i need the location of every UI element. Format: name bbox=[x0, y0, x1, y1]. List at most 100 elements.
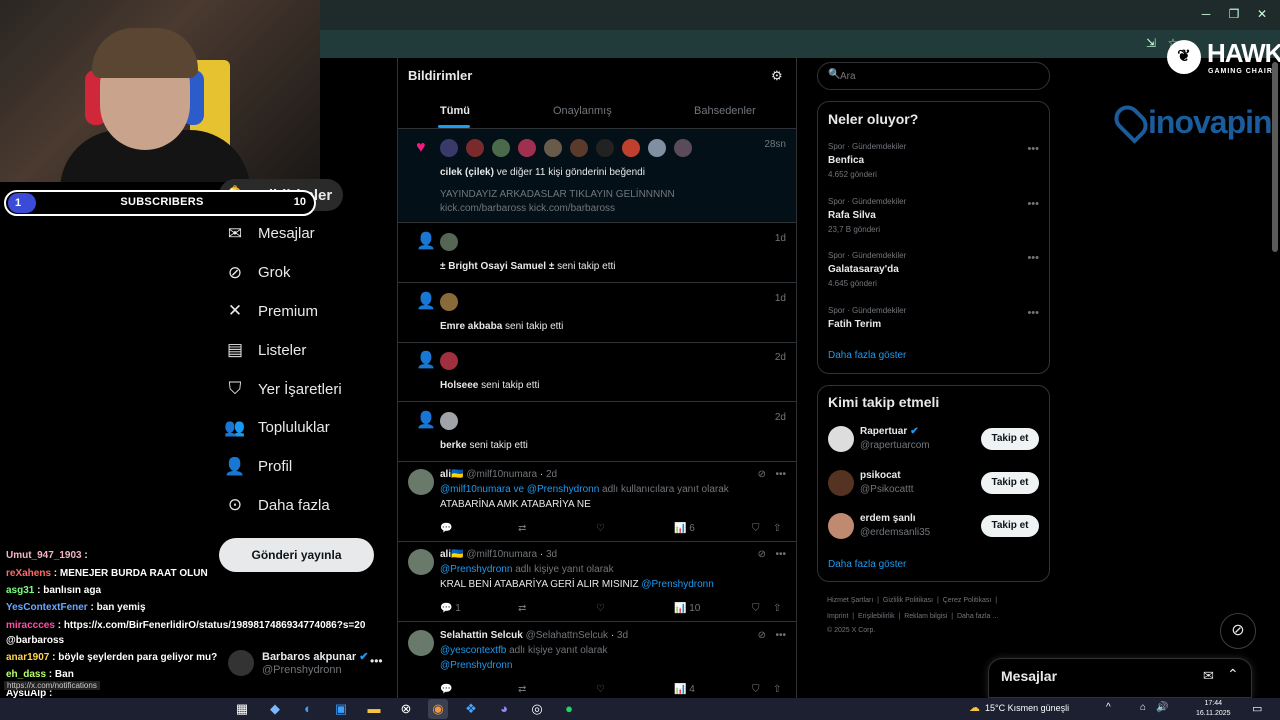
edge-icon[interactable]: ◐ bbox=[298, 699, 318, 719]
avatar[interactable] bbox=[828, 469, 854, 496]
file-explorer-icon[interactable]: ▬ bbox=[364, 699, 384, 719]
avatar[interactable] bbox=[440, 139, 458, 157]
avatar[interactable] bbox=[518, 139, 536, 157]
account-name[interactable]: Barbaros akpunar ✔ bbox=[262, 650, 368, 663]
footer-link[interactable]: Hizmet Şartları bbox=[827, 597, 873, 604]
bookmark-icon[interactable]: ⛉ bbox=[752, 603, 760, 614]
obs-icon[interactable]: ◎ bbox=[527, 699, 547, 719]
more-icon[interactable]: ••• bbox=[1027, 307, 1039, 319]
avatar[interactable] bbox=[570, 139, 588, 157]
grok-icon[interactable]: ⊘ bbox=[1220, 613, 1256, 649]
share-icon[interactable]: ⇧ bbox=[773, 684, 781, 695]
suggestion-name[interactable]: erdem şanlı bbox=[860, 513, 916, 524]
grok-icon[interactable]: ⊘ bbox=[758, 630, 766, 641]
avatar[interactable] bbox=[408, 630, 434, 656]
close-icon[interactable]: ✕ bbox=[1252, 6, 1272, 22]
footer-link[interactable]: Gizlilik Politikası bbox=[883, 597, 933, 604]
trend-name[interactable]: Galatasaray'da bbox=[828, 264, 899, 275]
minimize-icon[interactable]: ─ bbox=[1196, 6, 1216, 22]
reply-icon[interactable]: 💬 bbox=[440, 684, 452, 695]
sidebar-item-mail[interactable]: ✉ Mesajlar bbox=[222, 214, 315, 254]
follower-name[interactable]: Emre akbaba bbox=[440, 321, 502, 332]
like-icon[interactable]: ♡ bbox=[596, 523, 605, 534]
grok-icon[interactable]: ⊘ bbox=[758, 549, 766, 560]
footer-link[interactable]: Imprint bbox=[827, 613, 848, 620]
share-icon[interactable]: ⇧ bbox=[773, 523, 781, 534]
avatar[interactable] bbox=[648, 139, 666, 157]
follow-button[interactable]: Takip et bbox=[981, 515, 1039, 537]
avatar[interactable] bbox=[828, 513, 854, 539]
footer-link[interactable]: Çerez Politikası bbox=[943, 597, 992, 604]
speaker-icon[interactable]: 🔊 bbox=[1156, 702, 1168, 713]
avatar[interactable] bbox=[440, 292, 458, 311]
sidebar-item-more-circle[interactable]: ⊙ Daha fazla bbox=[222, 485, 330, 525]
sidebar-item-x-logo[interactable]: ✕ Premium bbox=[222, 291, 318, 331]
scrollbar-thumb[interactable] bbox=[1272, 62, 1278, 252]
avatar[interactable] bbox=[440, 352, 458, 370]
follow-button[interactable]: Takip et bbox=[981, 428, 1039, 450]
avatar[interactable] bbox=[596, 139, 614, 157]
sidebar-item-list[interactable]: ▤ Listeler bbox=[222, 330, 306, 370]
search-input[interactable] bbox=[840, 68, 1040, 84]
trends-show-more[interactable]: Daha fazla göster bbox=[828, 350, 906, 361]
follow-button[interactable]: Takip et bbox=[981, 471, 1039, 494]
sidebar-item-grok[interactable]: ⊘ Grok bbox=[222, 253, 291, 293]
avatar[interactable] bbox=[228, 650, 254, 676]
notification-follow[interactable]: 👤 2d berke seni takip etti bbox=[398, 402, 796, 462]
post-mention[interactable]: @Prenshydronn bbox=[641, 579, 713, 590]
store-icon[interactable]: ▣ bbox=[331, 699, 351, 719]
install-app-icon[interactable]: ⇲ bbox=[1143, 36, 1159, 52]
follower-name[interactable]: berke bbox=[440, 440, 467, 451]
avatar[interactable] bbox=[466, 139, 484, 157]
follower-name[interactable]: ± Bright Osayi Samuel ± bbox=[440, 261, 554, 272]
reply-to-link[interactable]: @yescontextfb bbox=[440, 645, 506, 656]
task-view-icon[interactable]: ▦ bbox=[232, 699, 252, 719]
views-icon[interactable]: 📊 10 bbox=[674, 603, 700, 614]
retweet-icon[interactable]: ⇄ bbox=[518, 684, 526, 695]
gear-icon[interactable]: ⚙ bbox=[771, 68, 783, 84]
more-icon[interactable]: ••• bbox=[775, 630, 786, 641]
reply-post[interactable]: ali🇺🇦 @milf10numara · 2d ⊘ ••• @milf10numar… bbox=[398, 461, 796, 542]
more-icon[interactable]: ••• bbox=[1027, 198, 1039, 210]
footer-link[interactable]: Erişilebilirlik bbox=[858, 613, 895, 620]
new-message-icon[interactable]: ✉ bbox=[1203, 668, 1214, 684]
trend-name[interactable]: Benfica bbox=[828, 155, 864, 166]
sidebar-item-profile[interactable]: 👤 Profil bbox=[222, 447, 292, 487]
avatar[interactable] bbox=[828, 426, 854, 452]
follower-name[interactable]: Holseee bbox=[440, 380, 478, 391]
post-mention[interactable]: @Prenshydronn bbox=[440, 660, 512, 671]
post-author[interactable]: ali🇺🇦 bbox=[440, 549, 464, 560]
more-icon[interactable]: ••• bbox=[775, 549, 786, 560]
avatar[interactable] bbox=[440, 411, 458, 430]
reply-to-link[interactable]: @milf10numara ve @Prenshydronn bbox=[440, 484, 599, 495]
notification-follow[interactable]: 👤 2d Holseee seni takip etti bbox=[398, 342, 796, 402]
more-icon[interactable]: ••• bbox=[775, 469, 786, 480]
reply-icon[interactable]: 💬 bbox=[440, 523, 452, 534]
notification-like[interactable]: ♥ 28sn cilek (çilek) ve diğer 11 kişi gö… bbox=[398, 129, 796, 223]
footer-link[interactable]: Daha fazla ... bbox=[957, 613, 998, 620]
reply-icon[interactable]: 💬 1 bbox=[440, 603, 461, 614]
discord-icon[interactable]: ◕ bbox=[494, 699, 514, 719]
avatar[interactable] bbox=[492, 139, 510, 157]
chrome-icon[interactable]: ◉ bbox=[428, 699, 448, 719]
notification-follow[interactable]: 👤 1d ± Bright Osayi Samuel ± seni takip et… bbox=[398, 223, 796, 283]
tab-mentions[interactable]: Bahsedenler bbox=[694, 105, 756, 117]
retweet-icon[interactable]: ⇄ bbox=[518, 603, 526, 614]
avatar[interactable] bbox=[622, 139, 640, 157]
reply-post[interactable]: Selahattin Selcuk @SelahattnSelcuk · 3d ⊘… bbox=[398, 622, 796, 702]
restore-icon[interactable]: ❐ bbox=[1224, 6, 1244, 22]
like-icon[interactable]: ♡ bbox=[596, 603, 605, 614]
grok-icon[interactable]: ⊘ bbox=[758, 469, 766, 480]
account-more-icon[interactable]: ••• bbox=[370, 654, 383, 668]
avatar[interactable] bbox=[544, 139, 562, 157]
retweet-icon[interactable]: ⇄ bbox=[518, 523, 526, 534]
avatar[interactable] bbox=[408, 469, 434, 495]
avatar[interactable] bbox=[674, 139, 692, 157]
clock[interactable]: 17:44 16.11.2025 bbox=[1196, 699, 1231, 719]
reply-post[interactable]: ali🇺🇦 @milf10numara · 3d ⊘ ••• @Prenshydron… bbox=[398, 541, 796, 622]
notification-center-icon[interactable]: ▭ bbox=[1252, 702, 1262, 715]
tab-all[interactable]: Tümü bbox=[440, 105, 470, 117]
app-icon[interactable]: ❖ bbox=[461, 699, 481, 719]
trend-name[interactable]: Fatih Terim bbox=[828, 319, 881, 330]
post-button[interactable]: Gönderi yayınla bbox=[219, 538, 374, 572]
